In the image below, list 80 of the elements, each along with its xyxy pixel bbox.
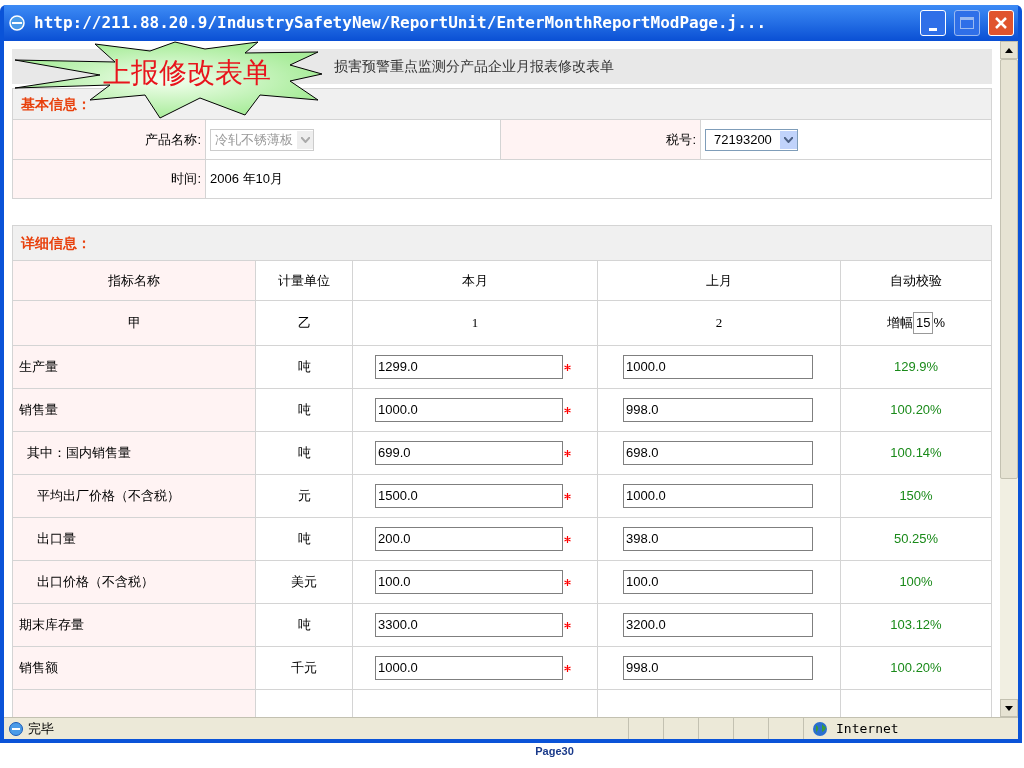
input-field[interactable]: 1000.0 [623,484,813,508]
input-field[interactable]: 3200.0 [623,613,813,637]
minimize-button[interactable] [920,10,946,36]
page-title: 损害预警重点监测分产品企业月报表修改表单 [334,57,614,76]
check-result: 150% [899,487,933,506]
section-heading: 基本信息： [21,94,91,114]
unit-cell-text: 千元 [291,659,317,678]
check-result: 100.20% [890,659,942,678]
close-button[interactable] [988,10,1014,36]
tax-select[interactable]: 72193200 [705,128,798,151]
unit-cell-text: 吨 [297,444,311,463]
input-field[interactable]: 398.0 [623,527,813,551]
column-index: 甲 [127,314,141,333]
input-field[interactable]: 1000.0 [623,355,813,379]
unit-cell-text: 吨 [297,358,311,377]
column-header: 本月 [462,271,488,290]
field-label: 税号: [666,130,696,149]
input-field[interactable]: 1299.0 [375,355,563,379]
column-header: 自动校验 [890,271,942,290]
input-field[interactable]: 100.0 [623,570,813,594]
callout-text: 上报修改表单 [103,56,271,90]
check-result: 100.14% [890,444,942,463]
up-arrow-icon [1005,47,1013,53]
indicator-name: 销售量 [19,401,58,420]
column-header: 计量单位 [278,271,330,290]
page-number: Page30 [535,744,574,759]
indicator-name: 出口量 [37,530,76,549]
section-heading: 详细信息： [21,233,91,253]
security-zone: Internet [836,719,899,738]
indicator-name: 平均出厂价格（不含税） [37,487,180,506]
column-header: 上月 [706,271,732,290]
column-header: 指标名称 [108,271,160,290]
percent-sign: % [933,314,945,333]
browser-icon [8,14,26,32]
scroll-up-button[interactable] [1000,41,1018,59]
column-index: 乙 [297,314,311,333]
field-label: 增幅 [887,314,913,333]
field-label: 产品名称: [145,130,201,149]
unit-cell-text: 吨 [297,530,311,549]
globe-icon [812,720,828,737]
unit-cell-text: 元 [297,487,311,506]
scrollbar[interactable] [1000,41,1018,717]
input-field[interactable]: 998.0 [623,398,813,422]
column-index: 2 [715,314,723,333]
close-icon [994,16,1008,30]
dropdown-icon [297,130,313,149]
unit-cell-text: 吨 [297,616,311,635]
indicator-name: 生产量 [19,358,58,377]
scroll-down-button[interactable] [1000,699,1018,717]
status-text: 完毕 [28,719,55,738]
input-field[interactable]: 200.0 [375,527,563,551]
unit-cell-text: 美元 [291,573,317,592]
check-result: 50.25% [893,530,939,549]
input-field[interactable]: 1000.0 [375,398,563,422]
column-index: 1 [471,314,479,333]
input-field[interactable]: 699.0 [375,441,563,465]
check-result: 100.20% [890,401,942,420]
indicator-name: 期末库存量 [19,616,84,635]
input-field[interactable]: 100.0 [375,570,563,594]
input-field[interactable]: 1000.0 [375,656,563,680]
window-title: http://211.88.20.9/IndustrySafetyNew/ReportUnit/EnterMonthReportModPage.j... [34,12,768,34]
check-result: 100% [899,573,933,592]
unit-cell-text: 吨 [297,401,311,420]
down-arrow-icon [1005,705,1013,711]
check-result: 103.12% [890,616,942,635]
input-field[interactable]: 3300.0 [375,613,563,637]
scroll-thumb[interactable] [1000,59,1018,479]
growth-input[interactable]: 15 [913,312,934,334]
check-result: 129.9% [893,358,939,377]
input-field[interactable]: 1500.0 [375,484,563,508]
indicator-name: 其中：国内销售量 [27,444,131,463]
browser-icon [8,720,24,737]
input-field[interactable]: 698.0 [623,441,813,465]
indicator-name: 出口价格（不含税） [37,573,154,592]
dropdown-icon [779,130,797,149]
field-label: 时间: [171,170,201,189]
maximize-button[interactable] [954,10,980,36]
field-value: 2006 年10月 [210,170,283,189]
indicator-name: 销售额 [19,659,58,678]
input-field[interactable]: 998.0 [623,656,813,680]
